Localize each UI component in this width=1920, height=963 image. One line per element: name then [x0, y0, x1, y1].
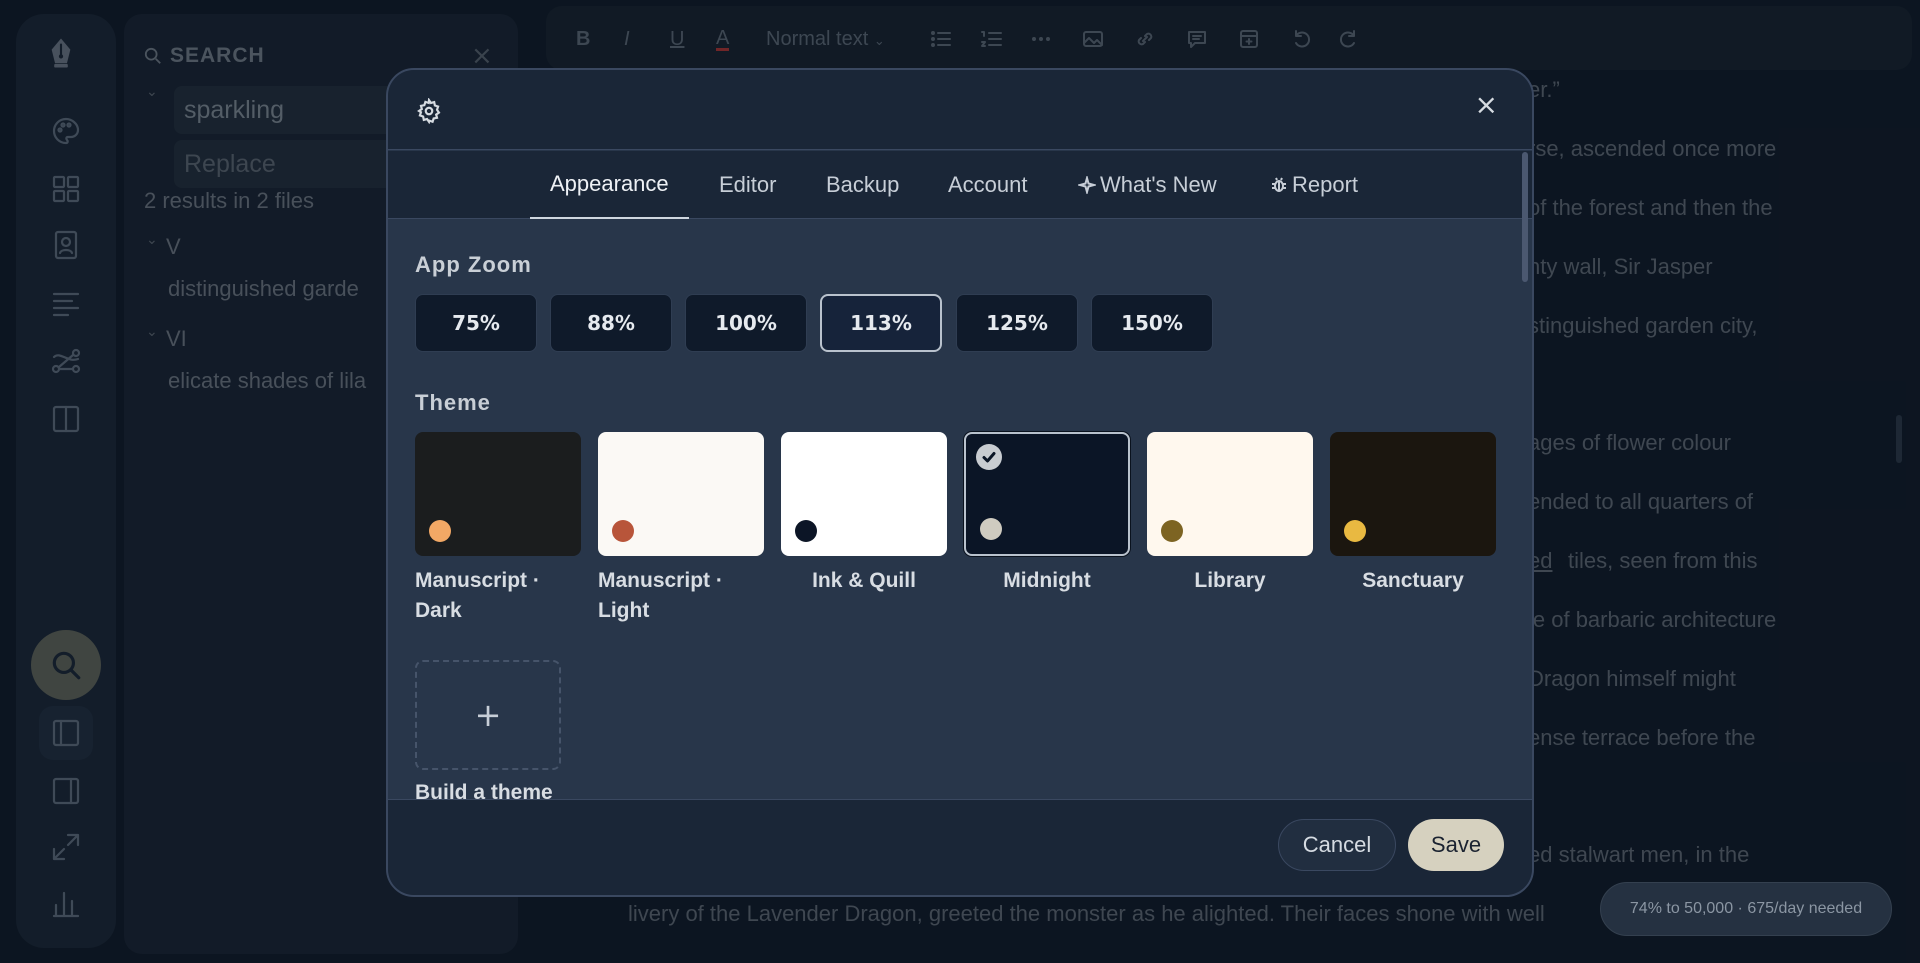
cancel-button[interactable]: Cancel — [1278, 819, 1396, 871]
theme-card-sanctuary[interactable] — [1330, 432, 1496, 556]
app-zoom-title: App Zoom — [415, 252, 532, 277]
word-goal-badge[interactable]: 74% to 50,000 · 675/day needed — [1600, 882, 1892, 936]
theme-card-ink-quill[interactable] — [781, 432, 947, 556]
theme-title: Theme — [415, 390, 491, 415]
tab-whats-new[interactable]: What's New — [1078, 151, 1217, 219]
theme-card-manuscript-dark[interactable] — [415, 432, 581, 556]
theme-label: Manuscript · Dark — [415, 569, 540, 622]
theme-label: Manuscript · Light — [598, 569, 723, 622]
zoom-option[interactable]: 100% — [685, 294, 807, 352]
settings-footer: Cancel Save — [388, 799, 1532, 895]
theme-color-dot — [980, 518, 1002, 540]
tab-editor[interactable]: Editor — [719, 151, 776, 219]
zoom-option[interactable]: 75% — [415, 294, 537, 352]
theme-color-dot — [1344, 520, 1366, 542]
tab-label: Backup — [826, 172, 900, 197]
tab-appearance[interactable]: Appearance — [530, 151, 689, 219]
plus-icon: + — [474, 696, 502, 734]
zoom-option-selected[interactable]: 113% — [820, 294, 942, 352]
build-theme-button[interactable]: + — [415, 660, 561, 770]
check-icon — [976, 444, 1002, 470]
theme-color-dot — [612, 520, 634, 542]
tab-label: Account — [948, 172, 1028, 197]
theme-color-dot — [429, 520, 451, 542]
zoom-option[interactable]: 125% — [956, 294, 1078, 352]
zoom-option[interactable]: 88% — [550, 294, 672, 352]
theme-label: Midnight — [1003, 569, 1091, 592]
tab-label: Editor — [719, 172, 777, 197]
save-button[interactable]: Save — [1408, 819, 1504, 871]
tab-account[interactable]: Account — [948, 151, 1028, 219]
sparkle-icon — [1078, 176, 1096, 194]
theme-color-dot — [795, 520, 817, 542]
tab-report[interactable]: Report — [1270, 151, 1358, 219]
theme-card-manuscript-light[interactable] — [598, 432, 764, 556]
theme-label: Library — [1194, 569, 1266, 592]
theme-color-dot — [1161, 520, 1183, 542]
bug-icon — [1272, 177, 1286, 192]
tab-backup[interactable]: Backup — [826, 151, 899, 219]
theme-label: Sanctuary — [1362, 569, 1464, 592]
theme-label: Ink & Quill — [812, 569, 916, 592]
close-icon[interactable]: × — [1475, 88, 1498, 121]
tab-label: Report — [1292, 172, 1359, 197]
gear-icon — [416, 97, 442, 128]
settings-header: × — [388, 70, 1532, 150]
settings-tabs: Appearance Editor Backup Account What's … — [388, 151, 1532, 219]
tab-label: Appearance — [550, 171, 669, 196]
tab-label: What's New — [1100, 172, 1217, 197]
settings-modal: × Appearance Editor Backup Account What'… — [386, 68, 1534, 897]
theme-card-midnight[interactable] — [964, 432, 1130, 556]
zoom-option[interactable]: 150% — [1091, 294, 1213, 352]
modal-scrollbar[interactable] — [1522, 152, 1528, 282]
theme-card-library[interactable] — [1147, 432, 1313, 556]
